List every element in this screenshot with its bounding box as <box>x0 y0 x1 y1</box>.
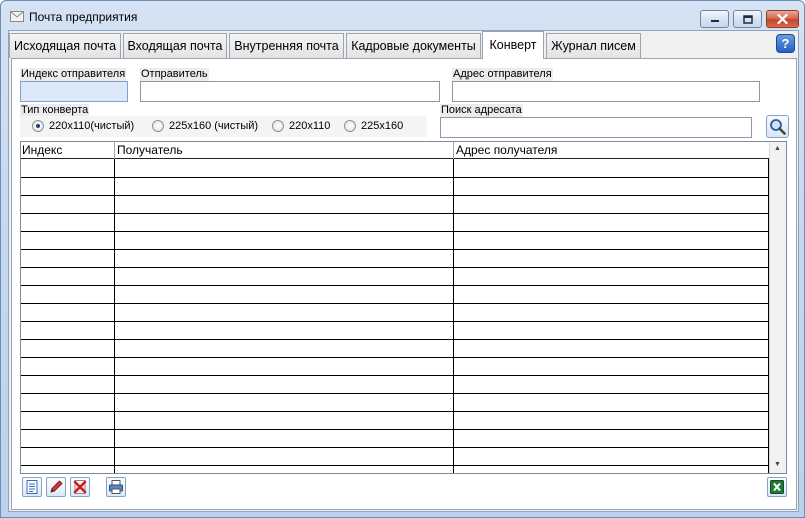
recipient-search-label: Поиск адресата <box>440 104 523 117</box>
minimize-icon <box>701 11 728 27</box>
print-button[interactable] <box>106 477 126 497</box>
sender-label: Отправитель <box>140 68 209 81</box>
table-row[interactable] <box>21 429 769 430</box>
header-divider <box>453 142 454 159</box>
tab-outgoing-mail[interactable]: Исходящая почта <box>9 33 121 58</box>
sender-address-label: Адрес отправителя <box>452 68 553 81</box>
table-row[interactable] <box>21 231 769 232</box>
table-row[interactable] <box>21 465 769 466</box>
title-bar[interactable]: Почта предприятия <box>1 1 804 31</box>
client-area: Исходящая почта Входящая почта Внутрення… <box>8 30 799 512</box>
minimize-button[interactable] <box>700 10 729 28</box>
sender-index-label: Индекс отправителя <box>20 68 127 81</box>
table-row[interactable] <box>21 375 769 376</box>
scroll-up-icon[interactable]: ▲ <box>774 145 781 152</box>
tab-strip: Исходящая почта Входящая почта Внутрення… <box>9 31 798 59</box>
delete-record-button[interactable] <box>70 477 90 497</box>
tab-envelope[interactable]: Конверт <box>482 31 544 59</box>
window-title: Почта предприятия <box>29 10 138 24</box>
table-row[interactable] <box>21 303 769 304</box>
help-button[interactable]: ? <box>776 34 795 53</box>
sender-field[interactable] <box>140 81 440 102</box>
table-row[interactable] <box>21 411 769 412</box>
table-row[interactable] <box>21 393 769 394</box>
table-header: Индекс Получатель Адрес получателя <box>21 142 769 159</box>
tab-incoming-mail[interactable]: Входящая почта <box>123 33 227 58</box>
column-divider <box>453 159 454 473</box>
recipients-table[interactable]: Индекс Получатель Адрес получателя ▲ ▼ <box>20 141 787 474</box>
column-header-recipient-address[interactable]: Адрес получателя <box>456 143 557 158</box>
table-row[interactable] <box>21 339 769 340</box>
table-row[interactable] <box>21 249 769 250</box>
column-header-recipient[interactable]: Получатель <box>117 143 183 158</box>
maximize-button[interactable] <box>733 10 762 28</box>
radio-selected-icon <box>32 120 44 132</box>
tab-internal-mail[interactable]: Внутренняя почта <box>229 33 344 58</box>
envelope-panel: Индекс отправителя Отправитель Адрес отп… <box>11 58 797 510</box>
table-row[interactable] <box>21 321 769 322</box>
table-row[interactable] <box>21 177 769 178</box>
column-divider <box>114 159 115 473</box>
envelope-type-option-label: 225x160 <box>361 120 404 132</box>
envelope-type-option-label: 225x160 (чистый) <box>169 120 259 132</box>
scroll-down-icon[interactable]: ▼ <box>774 461 781 468</box>
table-row[interactable] <box>21 267 769 268</box>
header-divider <box>114 142 115 159</box>
vertical-scrollbar[interactable]: ▲ ▼ <box>769 142 786 473</box>
close-button[interactable] <box>766 10 799 28</box>
export-excel-button[interactable] <box>767 477 787 497</box>
radio-icon <box>344 120 356 132</box>
magnifier-icon <box>767 119 788 140</box>
close-icon <box>767 11 798 27</box>
edit-record-button[interactable] <box>46 477 66 497</box>
table-row[interactable] <box>21 357 769 358</box>
envelope-type-option-label: 220x110(чистый) <box>49 120 135 132</box>
main-window: Почта предприятия Исходящая почта Входящ… <box>0 0 805 518</box>
column-header-index[interactable]: Индекс <box>22 143 62 158</box>
table-row[interactable] <box>21 447 769 448</box>
tab-mail-journal[interactable]: Журнал писем <box>546 33 641 58</box>
sender-index-field[interactable] <box>20 81 128 102</box>
recipient-search-field[interactable] <box>440 117 752 138</box>
tab-hr-documents[interactable]: Кадровые документы <box>346 33 481 58</box>
help-icon: ? <box>781 36 790 51</box>
maximize-icon <box>734 11 761 27</box>
radio-icon <box>152 120 164 132</box>
search-button[interactable] <box>766 115 789 138</box>
envelope-type-option-label: 220x110 <box>289 120 331 132</box>
table-row[interactable] <box>21 213 769 214</box>
table-row[interactable] <box>21 195 769 196</box>
envelope-type-group: 220x110(чистый) 225x160 (чистый) 220x110… <box>20 116 427 137</box>
sender-address-field[interactable] <box>452 81 760 102</box>
radio-icon <box>272 120 284 132</box>
table-row[interactable] <box>21 285 769 286</box>
new-record-button[interactable] <box>22 477 42 497</box>
envelope-icon <box>10 11 24 22</box>
